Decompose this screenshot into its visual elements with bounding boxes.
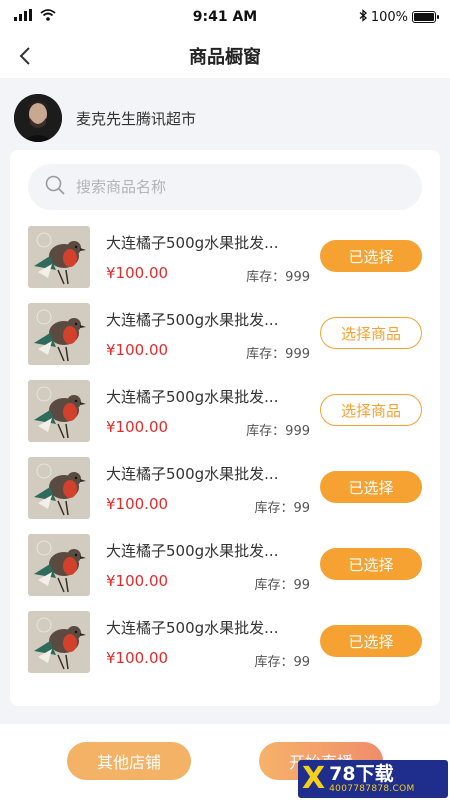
- nav-bar: 商品橱窗: [0, 34, 450, 78]
- product-image: [28, 303, 90, 365]
- main-content: 麦克先生腾讯超市 大连橘子500g水果批发... ¥100.00 库存：999 已选择…: [0, 78, 450, 724]
- product-thumbnail[interactable]: [28, 380, 90, 442]
- product-image: [28, 534, 90, 596]
- selected-button[interactable]: 已选择: [320, 471, 422, 503]
- bluetooth-icon: [359, 8, 367, 26]
- select-product-button[interactable]: 选择商品: [320, 317, 422, 349]
- product-thumbnail[interactable]: [28, 303, 90, 365]
- search-bar[interactable]: [28, 164, 422, 210]
- shop-name: 麦克先生腾讯超市: [76, 109, 197, 128]
- battery-icon: [412, 11, 439, 23]
- product-price: ¥100.00: [106, 649, 169, 667]
- status-left: [14, 9, 56, 25]
- product-image: [28, 611, 90, 673]
- select-product-button[interactable]: 选择商品: [320, 394, 422, 426]
- product-name[interactable]: 大连橘子500g水果批发...: [106, 540, 306, 561]
- page-title: 商品橱窗: [189, 47, 261, 68]
- avatar[interactable]: [14, 94, 62, 142]
- product-price: ¥100.00: [106, 264, 169, 282]
- search-icon: [44, 174, 66, 200]
- product-image: [28, 457, 90, 519]
- watermark-x: X: [302, 761, 326, 796]
- product-name[interactable]: 大连橘子500g水果批发...: [106, 463, 306, 484]
- status-bar: 9:41 AM 100%: [0, 0, 450, 34]
- product-item: 大连橘子500g水果批发... ¥100.00 库存：99 已选择: [28, 611, 422, 673]
- search-input[interactable]: [76, 178, 376, 196]
- product-stock: 库存：999: [246, 347, 310, 362]
- product-name[interactable]: 大连橘子500g水果批发...: [106, 617, 306, 638]
- product-thumbnail[interactable]: [28, 534, 90, 596]
- other-shops-button[interactable]: 其他店铺: [67, 742, 191, 780]
- wifi-icon: [40, 9, 56, 25]
- selected-button[interactable]: 已选择: [320, 240, 422, 272]
- signal-icon: [14, 9, 34, 25]
- product-stock: 库存：99: [254, 578, 310, 593]
- product-stock: 库存：99: [254, 655, 310, 670]
- selected-button[interactable]: 已选择: [320, 548, 422, 580]
- product-image: [28, 380, 90, 442]
- status-right: 100%: [359, 8, 439, 26]
- watermark-logo: X 78下载 4007787878.COM: [298, 760, 448, 798]
- battery-percent: 100%: [370, 9, 408, 25]
- product-stock: 库存：999: [246, 424, 310, 439]
- battery-fill: [414, 13, 434, 21]
- product-thumbnail[interactable]: [28, 611, 90, 673]
- product-card: 大连橘子500g水果批发...¥100.00库存：999已选择大连橘子500g水…: [10, 150, 440, 706]
- product-thumbnail[interactable]: [28, 457, 90, 519]
- product-price: ¥100.00: [106, 418, 169, 436]
- footer: 其他店铺 开始直播 X 78下载 4007787878.COM: [0, 724, 450, 800]
- watermark-title: 78下载: [329, 762, 394, 785]
- shop-header: 麦克先生腾讯超市: [14, 94, 196, 142]
- product-item: 大连橘子500g水果批发... ¥100.00 库存：99 已选择: [28, 457, 422, 519]
- back-button[interactable]: [14, 44, 38, 68]
- product-item: 大连橘子500g水果批发... ¥100.00 库存：999 选择商品: [28, 303, 422, 365]
- selected-button[interactable]: 已选择: [320, 625, 422, 657]
- product-name[interactable]: 大连橘子500g水果批发...: [106, 232, 306, 253]
- avatar-image: [14, 94, 62, 142]
- product-thumbnail[interactable]: [28, 226, 90, 288]
- product-item: 大连橘子500g水果批发... ¥100.00 库存：999 已选择: [28, 226, 422, 288]
- product-stock: 库存：99: [254, 501, 310, 516]
- watermark-text: 78下载 4007787878.COM: [329, 764, 414, 795]
- product-item: 大连橘子500g水果批发... ¥100.00 库存：99 已选择: [28, 534, 422, 596]
- product-image: [28, 226, 90, 288]
- product-price: ¥100.00: [106, 341, 169, 359]
- product-stock: 库存：999: [246, 270, 310, 285]
- product-price: ¥100.00: [106, 495, 169, 513]
- product-name[interactable]: 大连橘子500g水果批发...: [106, 386, 306, 407]
- watermark-phone: 4007787878.COM: [329, 783, 415, 794]
- product-name[interactable]: 大连橘子500g水果批发...: [106, 309, 306, 330]
- chevron-left-icon: [19, 47, 30, 65]
- product-item: 大连橘子500g水果批发... ¥100.00 库存：999 选择商品: [28, 380, 422, 442]
- product-price: ¥100.00: [106, 572, 169, 590]
